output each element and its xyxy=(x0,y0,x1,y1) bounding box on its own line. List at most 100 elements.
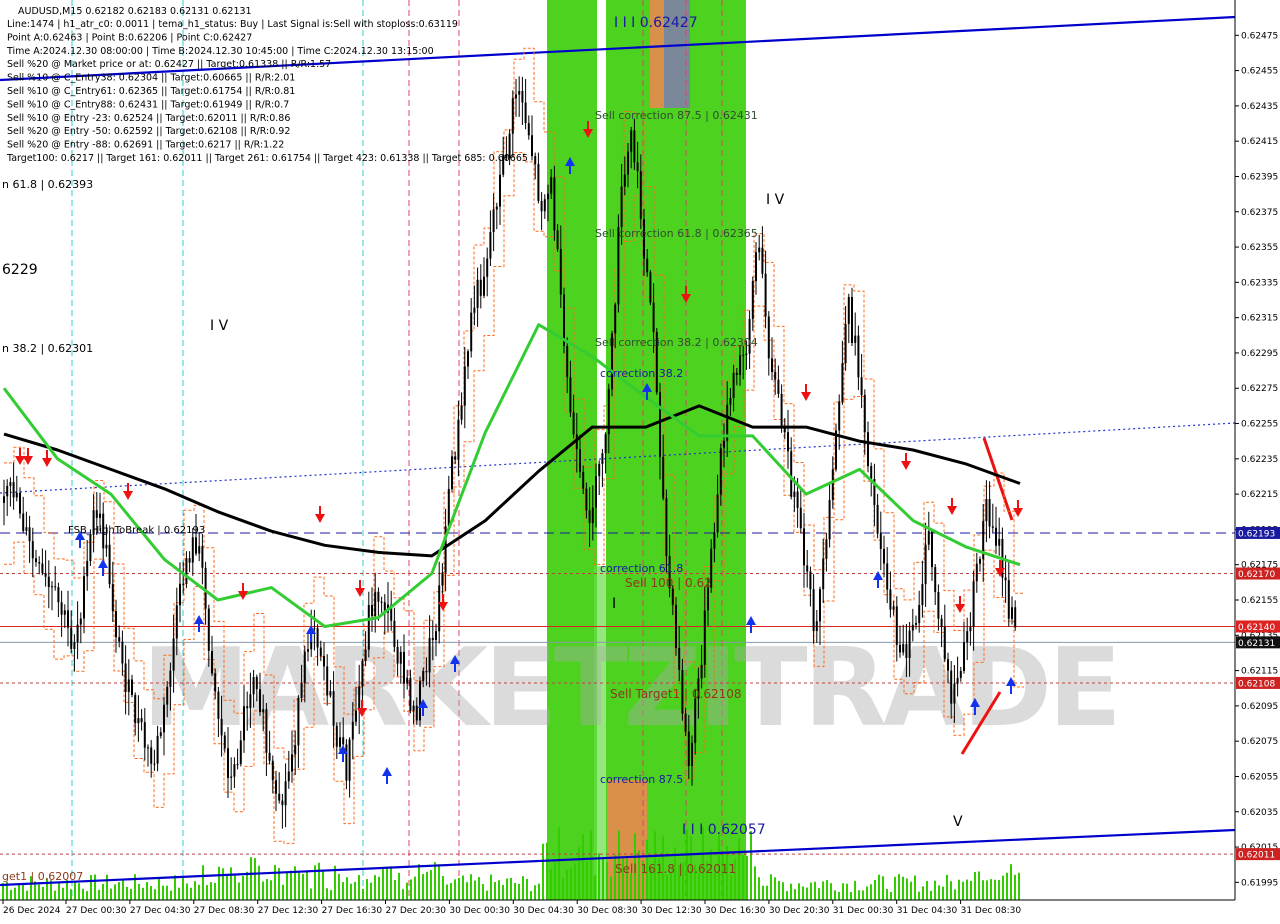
candle-body xyxy=(844,324,847,364)
time-tick-label: 27 Dec 04:30 xyxy=(130,906,191,916)
volume-bar xyxy=(386,867,388,900)
chart-label: I I I 0.62427 xyxy=(614,15,698,31)
candle-body xyxy=(735,372,738,375)
candle-body xyxy=(51,586,53,588)
candle-body xyxy=(905,644,908,658)
candle-body xyxy=(761,247,764,274)
volume-bar xyxy=(550,868,552,900)
chart-window: MARKETZITRADE I I I 0.62427 Sell correcti… xyxy=(0,0,1280,920)
volume-bar xyxy=(206,885,208,900)
candle-body xyxy=(355,710,357,722)
candle-body xyxy=(198,546,201,554)
candle-body xyxy=(963,642,965,671)
candle-body xyxy=(249,694,252,709)
candle-body xyxy=(399,651,402,664)
price-tick-label: 0.62155 xyxy=(1241,596,1278,606)
candle-body xyxy=(627,151,629,175)
candle-body xyxy=(403,651,405,684)
volume-bar xyxy=(994,879,996,900)
green-zone xyxy=(606,0,746,900)
candle-body xyxy=(867,432,869,467)
candle-body xyxy=(659,392,661,457)
info-line: Sell %10 @ C_Entry88: 0.62431 || Target:… xyxy=(7,99,289,110)
candle-body xyxy=(899,644,901,653)
candle-body xyxy=(1004,577,1007,581)
volume-bar xyxy=(906,878,908,900)
volume-bar xyxy=(798,883,800,900)
candle-body xyxy=(940,618,943,627)
volume-bar xyxy=(130,888,132,900)
volume-bar xyxy=(666,875,668,900)
volume-bar xyxy=(170,890,172,900)
volume-bar xyxy=(438,864,440,900)
candle-body xyxy=(582,471,585,489)
candle-body xyxy=(86,560,89,577)
volume-bar xyxy=(394,879,396,900)
time-tick-label: 30 Dec 16:30 xyxy=(705,906,766,916)
candle-body xyxy=(175,605,178,639)
candle-body xyxy=(89,534,92,561)
time-axis-bg xyxy=(0,900,1280,920)
candle-body xyxy=(415,705,418,721)
candle-body xyxy=(511,98,514,134)
candle-body xyxy=(236,764,239,765)
volume-bar xyxy=(990,879,992,900)
candle-body xyxy=(185,558,188,584)
volume-bar xyxy=(258,865,260,900)
candle-body xyxy=(76,624,79,643)
candle-body xyxy=(499,174,501,207)
volume-bar xyxy=(70,889,72,900)
candle-body xyxy=(163,704,165,733)
volume-bar xyxy=(274,864,276,900)
candle-body xyxy=(646,258,649,273)
volume-bar xyxy=(886,888,888,900)
candle-body xyxy=(63,610,66,615)
price-tick-label: 0.62395 xyxy=(1241,172,1278,182)
candle-body xyxy=(953,683,956,704)
candle-body xyxy=(892,606,895,610)
volume-bar xyxy=(154,889,156,900)
candle-body xyxy=(579,449,581,472)
volume-bar xyxy=(162,885,164,900)
candle-body xyxy=(847,297,850,324)
candle-body xyxy=(419,681,421,721)
volume-bar xyxy=(330,890,332,900)
volume-bar xyxy=(94,874,96,900)
info-line: Sell %10 @ Entry -23: 0.62524 || Target:… xyxy=(7,113,290,124)
volume-bar xyxy=(766,885,768,900)
info-line: Sell %10 @ C_Entry38: 0.62304 || Target:… xyxy=(7,73,295,84)
candle-body xyxy=(950,670,953,704)
candle-body xyxy=(975,563,978,582)
candle-body xyxy=(1007,580,1010,619)
candle-body xyxy=(921,584,924,606)
candle-body xyxy=(22,513,25,531)
volume-bar xyxy=(242,875,244,900)
candle-body xyxy=(127,679,130,692)
volume-bar xyxy=(58,883,60,900)
candle-body xyxy=(233,764,236,777)
time-tick-label: 26 Dec 2024 xyxy=(3,906,61,916)
candle-body xyxy=(815,621,818,631)
volume-bar xyxy=(530,891,532,900)
chart-label: n 38.2 | 0.62301 xyxy=(2,342,93,355)
volume-bar xyxy=(790,883,792,900)
volume-bar xyxy=(374,875,376,900)
chart-label: correction 87.5 xyxy=(600,773,683,786)
chart-label: I I I 0.62057 xyxy=(682,822,766,838)
volume-bar xyxy=(950,881,952,900)
candle-body xyxy=(169,670,172,687)
volume-bar xyxy=(122,879,124,900)
volume-bar xyxy=(138,883,140,900)
volume-bar xyxy=(78,883,80,900)
time-tick-label: 27 Dec 00:30 xyxy=(66,906,127,916)
candle-body xyxy=(931,531,933,568)
candle-body xyxy=(326,666,329,696)
candle-body xyxy=(99,513,101,518)
symbol-line: AUDUSD,M15 0.62182 0.62183 0.62131 0.621… xyxy=(18,6,252,17)
candle-body xyxy=(307,649,309,652)
candle-body xyxy=(364,649,367,661)
candle-body xyxy=(406,677,409,684)
volume-bar xyxy=(542,843,544,900)
candle-body xyxy=(527,123,530,136)
volume-bar xyxy=(1018,872,1020,900)
